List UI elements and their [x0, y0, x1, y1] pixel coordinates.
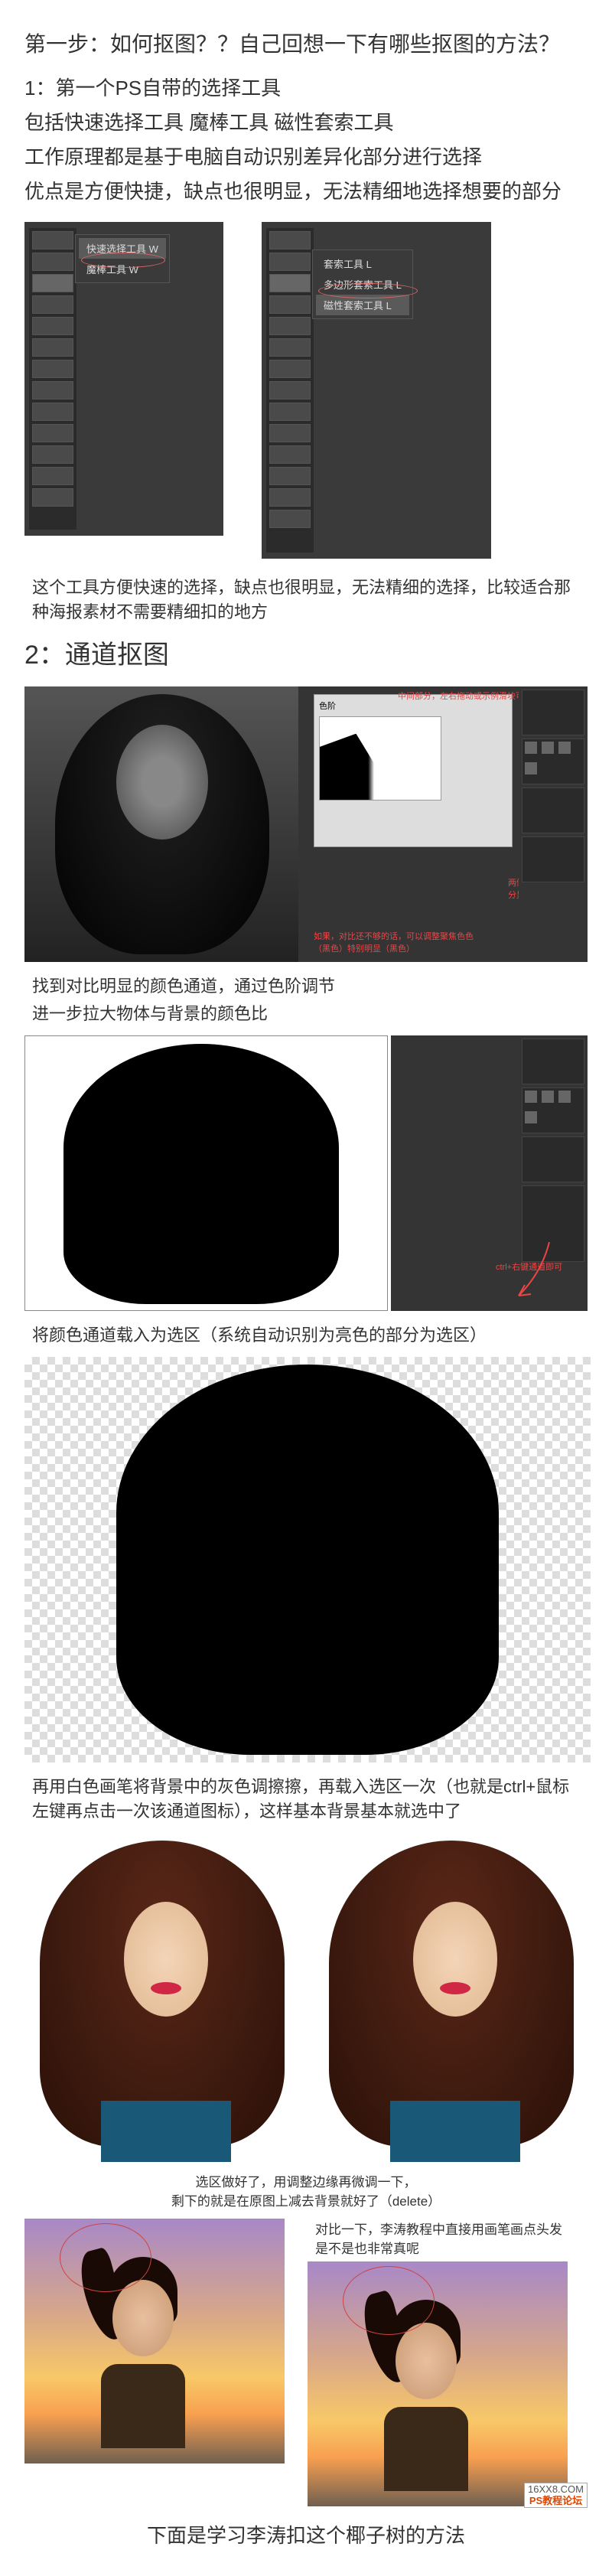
flyout-lasso: 套索工具 L 多边形套索工具 L 磁性套索工具 L — [312, 249, 413, 319]
flyout-item: 磁性套索工具 L — [316, 295, 409, 315]
tool-icon — [269, 274, 311, 292]
bottom-note: 下面是学习李涛扣这个椰子树的方法 — [24, 2520, 588, 2548]
tool-icon — [269, 510, 311, 528]
caption-load-selection: 将颜色通道载入为选区（系统自动识别为亮色的部分为选区） — [24, 1322, 588, 1346]
tool-icon — [32, 403, 73, 421]
side-palettes — [519, 686, 588, 962]
tool-icon — [269, 253, 311, 271]
caption-refine-a: 选区做好了，用调整边缘再微调一下， — [24, 2171, 588, 2190]
annotation-circle-icon — [60, 2223, 151, 2292]
caption-brush: 再用白色画笔将背景中的灰色调擦擦，再载入选区一次（也就是ctrl+鼠标左键再点击… — [24, 1773, 588, 1822]
curves-histogram — [319, 716, 441, 801]
tool-icon — [269, 338, 311, 357]
watermark-bottom: PS教程论坛 — [529, 2495, 582, 2506]
caption-compare: 对比一下，李涛教程中直接用画笔画点头发是不是也非常真呢 — [308, 2219, 575, 2257]
tool-icon — [269, 445, 311, 464]
page-heading: 第一步：如何抠图？？自己回想一下有哪些抠图的方法？ — [24, 28, 588, 58]
flyout-item: 套索工具 L — [316, 253, 409, 274]
tool-icon — [269, 488, 311, 507]
intro-line-3: 工作原理都是基于电脑自动识别差异化部分进行选择 — [24, 142, 588, 172]
arrow-icon — [511, 1242, 557, 1303]
flyout-item: 多边形套索工具 L — [316, 274, 409, 295]
tool-icon — [32, 360, 73, 378]
sunset-compare-figure: 对比一下，李涛教程中直接用画笔画点头发是不是也非常真呢 16XX8.COM PS… — [24, 2219, 588, 2506]
tool-icon — [32, 295, 73, 314]
flyout-quick-select: 快速选择工具 W 魔棒工具 W — [75, 234, 170, 283]
tool-icon — [32, 424, 73, 442]
tool-icon — [32, 467, 73, 485]
intro-line-1: 1：第一个PS自带的选择工具 — [24, 73, 588, 103]
tool-icon — [32, 381, 73, 399]
tool-icon — [269, 317, 311, 335]
tool-icon — [269, 403, 311, 421]
silhouette-canvas — [24, 1035, 388, 1311]
curves-dialog: 色阶 — [314, 694, 513, 847]
ps-toolbars-figure: 快速选择工具 W 魔棒工具 W — [24, 222, 588, 559]
intro-line-2: 包括快速选择工具 魔棒工具 磁性套索工具 — [24, 108, 588, 138]
sunset-a — [24, 2219, 285, 2464]
portrait-color-b — [314, 1833, 588, 2162]
caption-refine-b: 剩下的就是在原图上减去背景就好了（delete） — [24, 2190, 588, 2209]
tool-icon — [269, 424, 311, 442]
tool-icon — [32, 231, 73, 249]
portrait-grayscale — [24, 686, 298, 962]
tool-icon — [269, 467, 311, 485]
portrait-pair-figure — [24, 1833, 588, 2162]
tool-icon — [32, 488, 73, 507]
tool-icon — [32, 317, 73, 335]
annotation-circle-icon — [343, 2266, 435, 2335]
portrait-color-a — [24, 1833, 298, 2162]
flyout-item: 魔棒工具 W — [79, 259, 166, 279]
caption-channel-a: 找到对比明显的颜色通道，通过色阶调节 — [24, 973, 588, 997]
side-panel: ctrl+右键通道即可 — [391, 1035, 588, 1311]
tool-icon — [32, 253, 73, 271]
tool-icon — [269, 231, 311, 249]
channel-figure: 色阶 中间部分，左右拖动或示例滑块可以调整颜色比 两侧，左拖动则白部分显示更多 … — [24, 686, 588, 962]
tool-icon — [32, 274, 73, 292]
silhouette-figure: ctrl+右键通道即可 — [24, 1035, 588, 1311]
intro-line-4: 优点是方便快捷，缺点也很明显，无法精细地选择想要的部分 — [24, 177, 588, 207]
watermark: 16XX8.COM PS教程论坛 — [524, 2483, 588, 2508]
sunset-b — [308, 2261, 568, 2506]
annotation-bottom: 如果，对比还不够的话，可以调整聚焦色色（黑色）特别明显（黑色） — [314, 930, 482, 954]
tool-icon — [269, 295, 311, 314]
section-title-channel: 2：通道抠图 — [24, 634, 588, 671]
curves-panel: 色阶 中间部分，左右拖动或示例滑块可以调整颜色比 两侧，左拖动则白部分显示更多 … — [298, 686, 588, 962]
watermark-top: 16XX8.COM — [528, 2484, 584, 2495]
tool-icon — [32, 445, 73, 464]
caption-channel-b: 进一步拉大物体与背景的颜色比 — [24, 1000, 588, 1025]
tool-icon — [269, 360, 311, 378]
ps-toolbar-2: 套索工具 L 多边形套索工具 L 磁性套索工具 L — [262, 222, 491, 559]
ps-toolbar-1: 快速选择工具 W 魔棒工具 W — [24, 222, 223, 536]
caption-tools: 这个工具方便快速的选择，缺点也很明显，无法精细的选择，比较适合那种海报素材不需要… — [24, 574, 588, 623]
tool-icon — [269, 381, 311, 399]
checker-silhouette-figure — [24, 1357, 591, 1762]
tool-icon — [32, 338, 73, 357]
flyout-item: 快速选择工具 W — [79, 238, 166, 259]
